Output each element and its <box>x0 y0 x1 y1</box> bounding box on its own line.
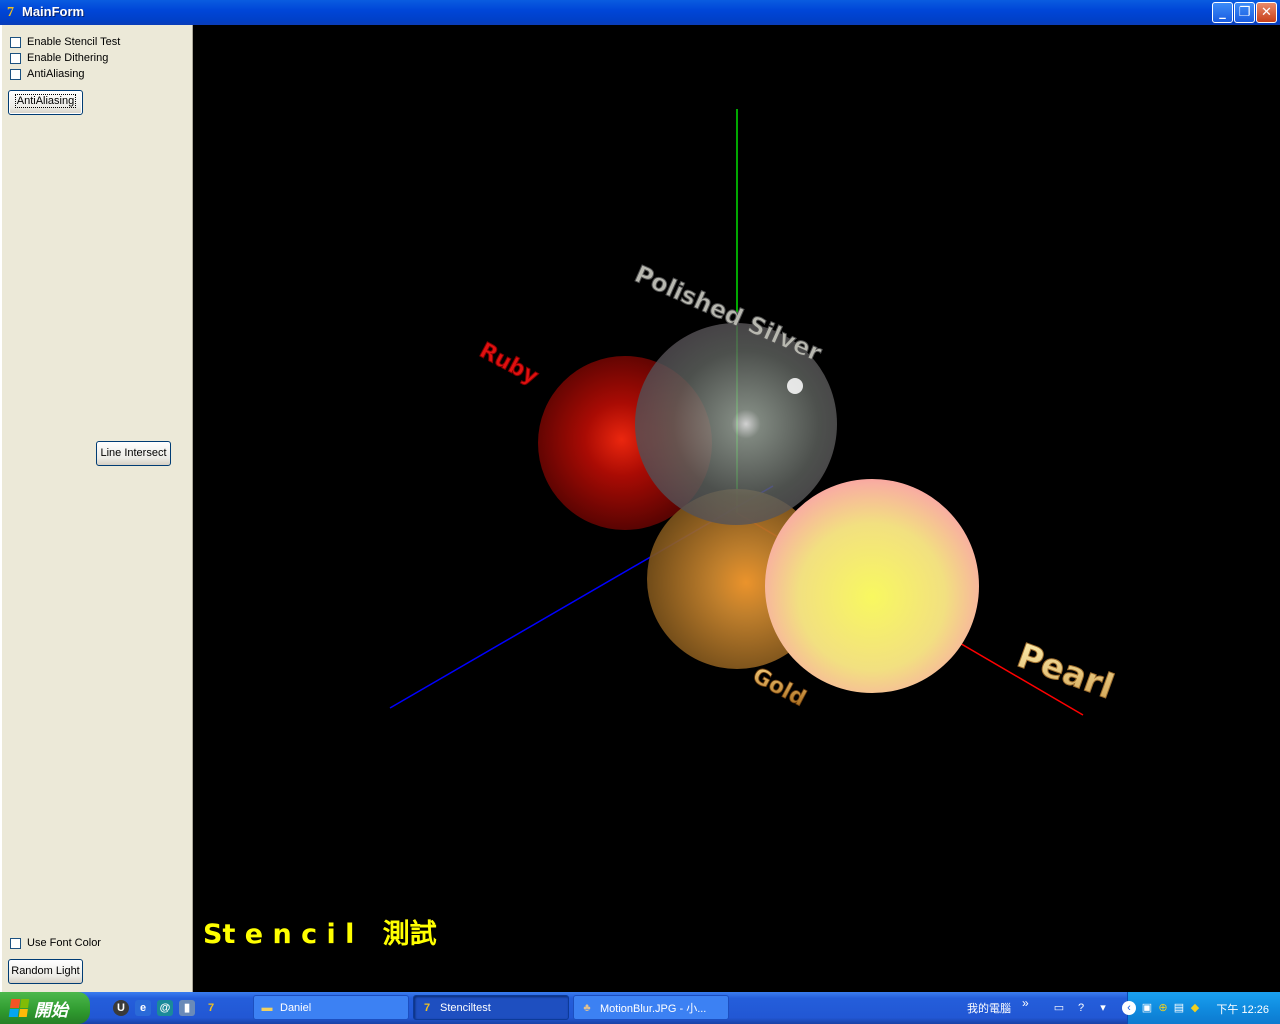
keyboard-icon[interactable]: ▭ <box>1052 1001 1066 1015</box>
quicklaunch-app-icon[interactable]: U <box>113 1000 129 1016</box>
taskbar: 開始 U e @ ▮ 7 ▬ Daniel 7 Stenciltest ♣ Mo… <box>0 992 1280 1024</box>
dithering-checkbox[interactable]: Enable Dithering <box>10 51 108 65</box>
dithering-label: Enable Dithering <box>27 52 109 64</box>
checkbox-box[interactable] <box>10 36 21 48</box>
line-intersect-button[interactable]: Line Intersect <box>96 441 171 466</box>
title-bar[interactable]: 7 MainForm _ ❐ ✕ <box>0 0 1280 25</box>
antialiasing-check-label: AntiAliasing <box>27 68 85 80</box>
checkbox-box[interactable] <box>10 937 21 949</box>
task-label: Daniel <box>280 1001 312 1014</box>
system-tray: ‹ ▣ ⊕ ▤ ◆ 下午 12:26 <box>1122 992 1280 1024</box>
task-motionblur[interactable]: ♣ MotionBlur.JPG - 小... <box>573 995 729 1020</box>
folder-icon: ▬ <box>261 1001 273 1014</box>
outlook-express-icon[interactable]: @ <box>157 1000 173 1016</box>
random-light-button[interactable]: Random Light <box>8 959 83 984</box>
pearl-sphere <box>765 479 979 693</box>
checkbox-box[interactable] <box>10 68 21 80</box>
opengl-viewport[interactable]: Ruby Polished Silver Gold Pearl St e n c… <box>193 25 1280 992</box>
help-icon[interactable]: ? <box>1074 1001 1088 1015</box>
use-font-color-label: Use Font Color <box>27 937 101 949</box>
panel-splitter[interactable] <box>185 25 193 992</box>
app-icon: 7 <box>7 5 14 20</box>
checkbox-box[interactable] <box>10 52 21 64</box>
antialiasing-button[interactable]: AntiAliasing <box>8 90 83 115</box>
display-icon[interactable]: ▤ <box>1172 1001 1186 1015</box>
start-button[interactable]: 開始 <box>0 992 90 1024</box>
task-label: MotionBlur.JPG - 小... <box>600 1002 707 1015</box>
media-icon[interactable]: ▮ <box>179 1000 195 1016</box>
pearl-label: Pearl <box>1012 636 1119 708</box>
minimize-button[interactable]: _ <box>1212 2 1233 23</box>
silver-highlight <box>787 378 803 394</box>
scene-canvas: Ruby Polished Silver Gold Pearl St e n c… <box>203 109 1119 950</box>
task-daniel[interactable]: ▬ Daniel <box>253 995 409 1020</box>
close-button[interactable]: ✕ <box>1256 2 1277 23</box>
internet-explorer-icon[interactable]: e <box>135 1000 151 1016</box>
windows-flag-icon <box>8 999 30 1017</box>
control-panel: Enable Stencil Test Enable Dithering Ant… <box>0 25 185 992</box>
antialiasing-checkbox[interactable]: AntiAliasing <box>10 67 84 81</box>
gold-label: Gold <box>748 663 810 712</box>
window-title: MainForm <box>22 4 85 19</box>
my-computer-toolbar[interactable]: 我的電腦 <box>967 1000 1011 1016</box>
antialiasing-button-label: AntiAliasing <box>14 94 77 108</box>
restore-button[interactable]: ❐ <box>1234 2 1255 23</box>
globe-icon[interactable]: ⊕ <box>1156 1001 1170 1015</box>
ruby-label: Ruby <box>475 338 542 390</box>
clock[interactable]: 下午 12:26 <box>1216 1001 1269 1017</box>
image-viewer-icon: ♣ <box>583 1001 591 1014</box>
task-stenciltest[interactable]: 7 Stenciltest <box>413 995 569 1020</box>
show-hidden-icons-chevron-icon[interactable]: ‹ <box>1122 1001 1136 1015</box>
language-bar-icon[interactable]: ▾ <box>1096 1001 1110 1015</box>
diamond-icon[interactable]: ◆ <box>1188 1001 1202 1015</box>
task-label: Stenciltest <box>440 1001 491 1014</box>
stencil-test-label: Enable Stencil Test <box>27 36 121 48</box>
main-window: 7 MainForm _ ❐ ✕ Enable Stencil Test Ena… <box>0 0 1280 992</box>
delphi-icon: 7 <box>423 1001 431 1014</box>
start-label: 開始 <box>34 1000 68 1020</box>
stencil-overlay-text: St e n c i l 測試 <box>203 918 437 950</box>
network-icon[interactable]: ▣ <box>1140 1001 1154 1015</box>
delphi-icon[interactable]: 7 <box>203 1000 219 1016</box>
use-font-color-checkbox[interactable]: Use Font Color <box>10 936 101 950</box>
stencil-test-checkbox[interactable]: Enable Stencil Test <box>10 35 120 49</box>
chevron-right-icon[interactable]: » <box>1022 996 1029 1010</box>
